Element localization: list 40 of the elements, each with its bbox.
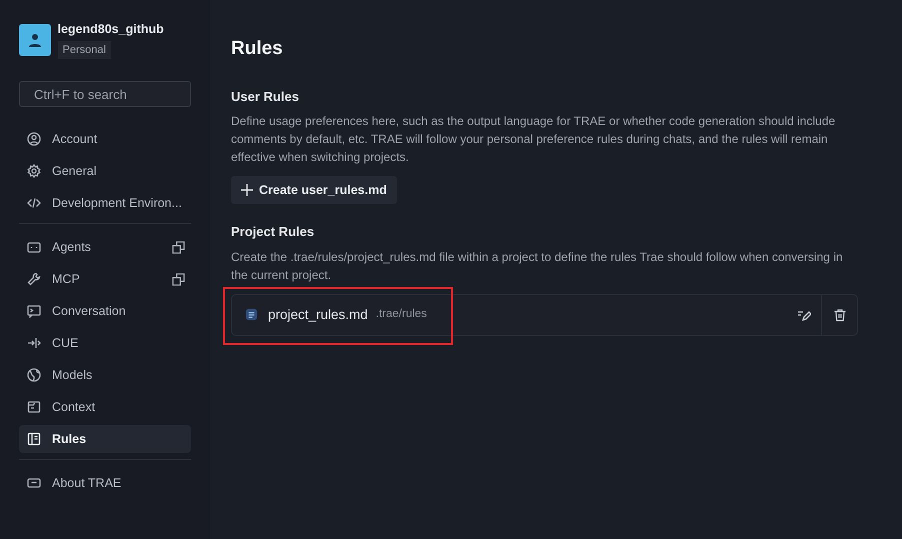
robot-icon	[27, 240, 41, 254]
create-button[interactable]: Create user_rules.md	[231, 176, 397, 204]
external-window-icon	[172, 240, 185, 254]
wrench-icon	[27, 272, 41, 286]
sidebar-item[interactable]: Rules	[19, 425, 191, 454]
sidebar-item[interactable]: Development Environ...	[19, 189, 191, 218]
trash-icon	[832, 308, 846, 322]
section-heading: Project Rules	[231, 223, 316, 242]
sidebar-item[interactable]: About TRAE	[19, 469, 191, 498]
file-row[interactable]: project_rules.md .trae/rules	[231, 294, 858, 336]
file-icon	[245, 308, 258, 322]
settings-icon	[27, 164, 41, 178]
search-field[interactable]: Ctrl+F to search	[19, 81, 191, 108]
globe-icon	[27, 368, 41, 382]
folder-icon	[27, 400, 41, 414]
sidebar-item[interactable]: CUE	[19, 329, 191, 358]
account-icon	[27, 132, 41, 146]
page-title: Rules	[231, 38, 284, 61]
sidebar-item[interactable]: Models	[19, 361, 191, 390]
arrow-bar-icon	[27, 336, 41, 350]
file-path: .trae/rules	[376, 307, 427, 322]
section-description: Create the .trae/rules/project_rules.md file within a project to define the rules Trae should follow when conversing in the current project.	[231, 248, 844, 284]
display-icon	[27, 476, 41, 490]
section-description: Define usage preferences here, such as the output language for TRAE or whether code generation should include comments by default, etc. TRAE will follow your personal preference rules during chats, and the rules will remain effective when switching projects.	[231, 113, 836, 166]
person-icon	[27, 32, 43, 48]
sidebar-item[interactable]: Account	[19, 125, 191, 154]
plus-icon	[241, 184, 253, 196]
sidebar-item[interactable]: MCP	[19, 265, 191, 294]
code-icon	[27, 196, 41, 210]
book-icon	[27, 432, 41, 446]
terminal-icon	[27, 304, 41, 318]
plan-tag: Personal	[58, 40, 111, 60]
sidebar-item[interactable]: Agents	[19, 233, 191, 262]
section-heading: User Rules	[231, 88, 300, 106]
sidebar-item[interactable]: General	[19, 157, 191, 186]
sidebar-item[interactable]: Conversation	[19, 297, 191, 326]
external-window-icon	[172, 272, 185, 286]
file-name: project_rules.md	[268, 306, 368, 324]
user-name: legend80s_github	[58, 21, 164, 38]
sidebar-item[interactable]: Context	[19, 393, 191, 422]
